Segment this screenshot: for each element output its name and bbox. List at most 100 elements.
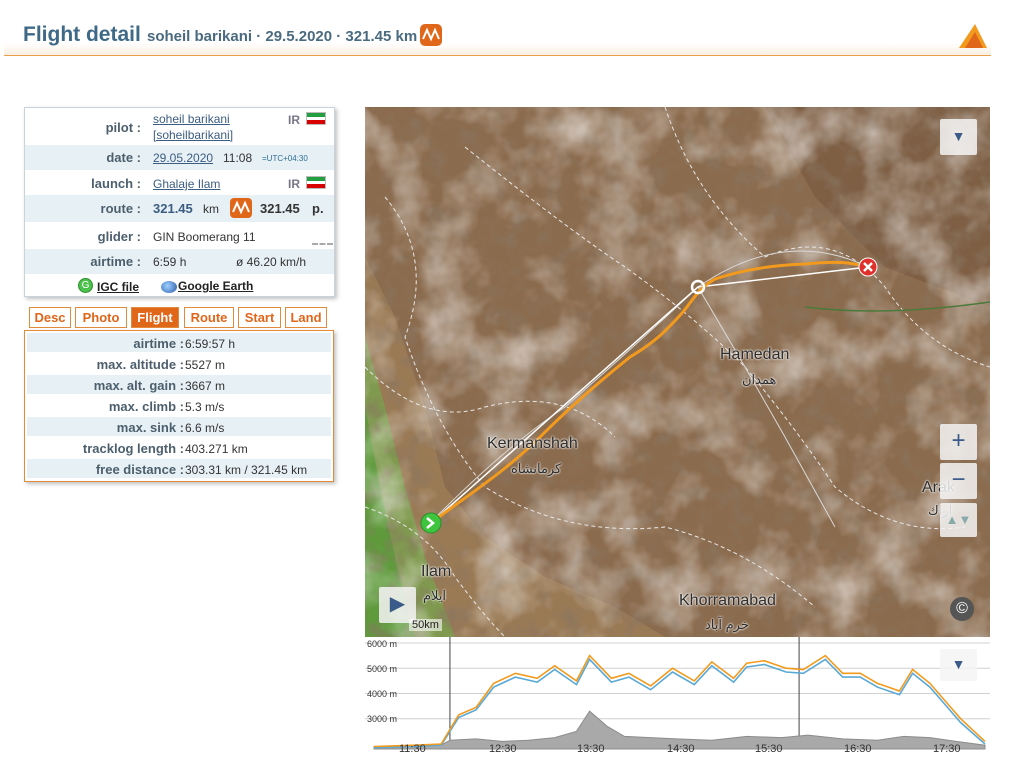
- play-button[interactable]: ▶: [379, 587, 416, 623]
- map-scale: 50km: [409, 619, 442, 631]
- flight-time: 11:08: [223, 151, 253, 165]
- glider-class-icon: [312, 243, 333, 247]
- city-label-kermanshah: Kermanshah: [487, 435, 578, 452]
- pilot-country-code: IR: [288, 113, 300, 127]
- page-subtitle: soheil barikani · 29.5.2020 · 321.45 km: [147, 28, 418, 45]
- avg-speed: ø 46.20 km/h: [236, 255, 307, 269]
- pilot-name-link[interactable]: soheil barikani: [153, 112, 230, 126]
- copyright-icon[interactable]: ©: [950, 597, 974, 621]
- igc-file-link[interactable]: IGC file: [97, 280, 139, 294]
- stat-label: max. altitude :: [96, 357, 184, 372]
- tab-land[interactable]: Land: [285, 307, 327, 328]
- x-tick-label: 15:30: [755, 743, 783, 755]
- route-row: route : 321.45 km 321.45 p.: [25, 195, 334, 222]
- tab-start[interactable]: Start: [238, 307, 281, 328]
- map-tilt-control[interactable]: ▲▼: [940, 503, 977, 537]
- altitude-chart-svg: [365, 637, 990, 759]
- stat-row: max. alt. gain : 3667 m: [27, 375, 331, 395]
- x-tick-label: 12:30: [489, 743, 517, 755]
- timezone: =UTC+04:30: [262, 154, 308, 163]
- glider-value: GIN Boomerang 11: [153, 230, 256, 244]
- city-label-ilam: Ilam: [421, 563, 452, 580]
- launch-link[interactable]: Ghalaje Ilam: [153, 177, 220, 191]
- y-tick-label: 5000 m: [367, 664, 398, 674]
- city-label-ilam-fa: ايلام: [423, 588, 447, 603]
- date-row: date : 29.05.2020 11:08 =UTC+04:30: [25, 145, 334, 170]
- x-tick-label: 13:30: [577, 743, 605, 755]
- tab-route[interactable]: Route: [184, 307, 234, 328]
- stat-label: max. sink :: [116, 420, 184, 435]
- date-link[interactable]: 29.05.2020: [153, 151, 213, 165]
- iran-flag-icon: [306, 176, 326, 189]
- route-km-unit: km: [203, 202, 219, 216]
- glider-row: glider : GIN Boomerang 11: [25, 222, 334, 249]
- stat-label: max. climb :: [108, 399, 184, 414]
- page-title: Flight detail: [23, 23, 141, 46]
- iran-flag-icon: [306, 112, 326, 125]
- route-type-icon: [230, 198, 252, 218]
- google-earth-icon[interactable]: [161, 281, 177, 293]
- glider-label: glider :: [97, 229, 141, 244]
- stat-value: 403.271 km: [185, 442, 248, 456]
- stat-row: tracklog length : 403.271 km: [27, 438, 331, 458]
- y-tick-label: 6000 m: [367, 639, 398, 649]
- pilot-label: pilot :: [105, 120, 141, 135]
- stat-label: free distance :: [95, 462, 184, 477]
- city-label-khorramabad-fa: خرم آباد: [705, 617, 749, 632]
- stat-row: max. altitude : 5527 m: [27, 354, 331, 374]
- stat-value: 6.6 m/s: [185, 421, 225, 435]
- tab-flight[interactable]: Flight: [131, 307, 179, 328]
- tab-desc[interactable]: Desc: [29, 307, 71, 328]
- download-row: G IGC file Google Earth: [25, 274, 334, 298]
- map-layer-dropdown[interactable]: ▼: [940, 119, 977, 155]
- stat-value: 5527 m: [185, 358, 226, 372]
- pilot-username-link[interactable]: [soheilbarikani]: [153, 128, 233, 142]
- stat-row: max. sink : 6.6 m/s: [27, 417, 331, 437]
- tab-photo[interactable]: Photo: [75, 307, 127, 328]
- google-earth-link[interactable]: Google Earth: [178, 279, 253, 293]
- launch-country-code: IR: [288, 177, 300, 191]
- site-logo-icon[interactable]: [957, 22, 989, 50]
- stat-value: 303.31 km / 321.45 km: [185, 463, 308, 477]
- airtime-label: airtime :: [90, 254, 141, 269]
- chart-options-dropdown[interactable]: ▼: [940, 649, 977, 681]
- city-label-khorramabad: Khorramabad: [679, 592, 776, 609]
- stat-label: tracklog length :: [82, 441, 184, 456]
- city-label-hamedan-fa: همدان: [742, 372, 777, 387]
- route-points-unit: p.: [312, 201, 324, 216]
- stat-label: max. alt. gain :: [93, 378, 184, 393]
- airtime-row: airtime : 6:59 h ø 46.20 km/h: [25, 249, 334, 274]
- stat-row: free distance : 303.31 km / 321.45 km: [27, 459, 331, 479]
- route-points: 321.45: [260, 201, 300, 216]
- stat-value: 5.3 m/s: [185, 400, 225, 414]
- x-tick-label: 11:30: [399, 743, 426, 755]
- flight-map[interactable]: Hamedan همدان Kermanshah كرمانشاه Arak ا…: [365, 107, 990, 637]
- page-header: Flight detail soheil barikani · 29.5.202…: [4, 14, 991, 56]
- zoom-in-button[interactable]: +: [940, 424, 977, 460]
- igc-file-icon[interactable]: G: [78, 278, 93, 293]
- y-tick-label: 3000 m: [367, 714, 398, 724]
- flight-stats-panel: airtime : 6:59:57 h max. altitude : 5527…: [24, 330, 334, 482]
- launch-label: launch :: [91, 176, 141, 191]
- x-tick-label: 16:30: [844, 743, 872, 755]
- date-label: date :: [106, 150, 141, 165]
- y-tick-label: 4000 m: [367, 689, 398, 699]
- route-type-icon: [420, 24, 442, 46]
- altitude-chart[interactable]: 6000 m 5000 m 4000 m 3000 m 11:30 12:30 …: [365, 637, 990, 759]
- city-label-hamedan: Hamedan: [720, 346, 790, 363]
- stat-label: airtime :: [133, 336, 184, 351]
- x-tick-label: 14:30: [667, 743, 695, 755]
- stat-row: max. climb : 5.3 m/s: [27, 396, 331, 416]
- route-label: route :: [100, 201, 141, 216]
- airtime-value: 6:59 h: [153, 255, 187, 269]
- stat-value: 6:59:57 h: [185, 337, 236, 351]
- route-km: 321.45: [153, 201, 193, 216]
- flight-info-panel: pilot : soheil barikani [soheilbarikani]…: [24, 107, 335, 297]
- launch-row: launch : Ghalaje Ilam IR: [25, 170, 334, 195]
- stat-row: airtime : 6:59:57 h: [27, 333, 331, 353]
- x-tick-label: 17:30: [933, 743, 961, 755]
- stat-value: 3667 m: [185, 379, 226, 393]
- terrain-layer: [365, 107, 990, 637]
- pilot-row: pilot : soheil barikani [soheilbarikani]…: [25, 108, 334, 145]
- zoom-out-button[interactable]: −: [940, 463, 977, 499]
